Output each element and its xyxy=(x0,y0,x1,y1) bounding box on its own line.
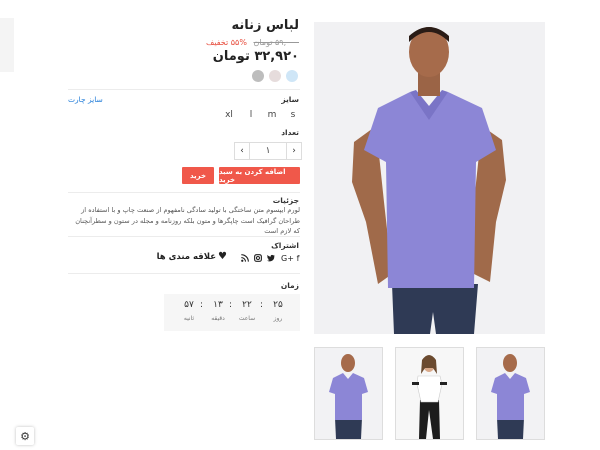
add-to-cart-button[interactable]: اضافه کردن به سبد خرید xyxy=(219,167,300,184)
quantity-label: تعداد xyxy=(281,128,299,137)
thumbnail-2[interactable] xyxy=(395,347,464,440)
divider xyxy=(68,236,300,237)
page-edge-panel xyxy=(0,18,14,72)
size-label: سایز xyxy=(281,95,299,104)
timer-minutes: ۱۳ xyxy=(213,300,223,310)
timer-minutes-label: دقیقه xyxy=(211,315,225,322)
google-plus-icon[interactable]: G+ xyxy=(281,254,294,264)
favorites-label[interactable]: علاقه مندی ها xyxy=(157,252,216,262)
size-chart-link[interactable]: سایز چارت xyxy=(68,95,103,104)
old-price: ۵۹,۰۰۰ تومان xyxy=(253,38,299,47)
thumbnail-1[interactable] xyxy=(314,347,383,440)
thumbnail-3[interactable] xyxy=(476,347,545,440)
discount-badge: %۵۵ تخفیف xyxy=(206,38,247,47)
color-swatch-pink[interactable] xyxy=(269,70,281,82)
timer-seconds: ۵۷ xyxy=(184,300,194,310)
timer-hours: ۲۲ xyxy=(242,300,252,310)
timer-hours-label: ساعت xyxy=(238,315,256,322)
main-product-image[interactable] xyxy=(314,22,545,334)
heart-icon[interactable]: ♥ xyxy=(218,251,227,262)
divider xyxy=(68,273,300,274)
quantity-input[interactable]: ۱ xyxy=(249,143,287,159)
timer-days-label: روز xyxy=(273,315,283,322)
details-heading: جزئیات xyxy=(272,196,299,205)
timer-seconds-label: ثانیه xyxy=(183,315,195,322)
share-heading: اشتراک xyxy=(271,241,299,250)
old-price-row: ۵۹,۰۰۰ تومان %۵۵ تخفیف xyxy=(206,38,299,47)
twitter-icon[interactable] xyxy=(267,254,275,264)
details-text: لورم ایپسوم متن ساختگی با تولید سادگی نا… xyxy=(75,206,300,235)
size-option-s[interactable]: s xyxy=(286,110,300,120)
quantity-stepper: ‹ ۱ › xyxy=(234,142,302,160)
timer-heading: زمان xyxy=(280,281,299,290)
color-swatch-blue[interactable] xyxy=(286,70,298,82)
gear-icon[interactable]: ⚙ xyxy=(16,427,34,445)
timer-days: ۲۵ xyxy=(273,300,283,310)
instagram-icon[interactable] xyxy=(254,254,262,264)
divider xyxy=(68,192,300,193)
color-swatch-gray[interactable] xyxy=(252,70,264,82)
timer-separator: : xyxy=(260,300,264,310)
size-option-l[interactable]: l xyxy=(244,110,258,120)
quantity-decrease-button[interactable]: ‹ xyxy=(235,143,249,159)
current-price: ۳۲,۹۲۰ تومان xyxy=(212,49,299,64)
rss-icon[interactable] xyxy=(241,254,249,264)
product-title: لباس زنانه xyxy=(231,18,299,33)
facebook-icon[interactable]: f xyxy=(294,254,302,264)
buy-button[interactable]: خرید xyxy=(182,167,214,184)
divider xyxy=(68,89,300,90)
size-option-xl[interactable]: xl xyxy=(222,110,236,120)
quantity-increase-button[interactable]: › xyxy=(287,143,301,159)
size-option-m[interactable]: m xyxy=(265,110,279,120)
